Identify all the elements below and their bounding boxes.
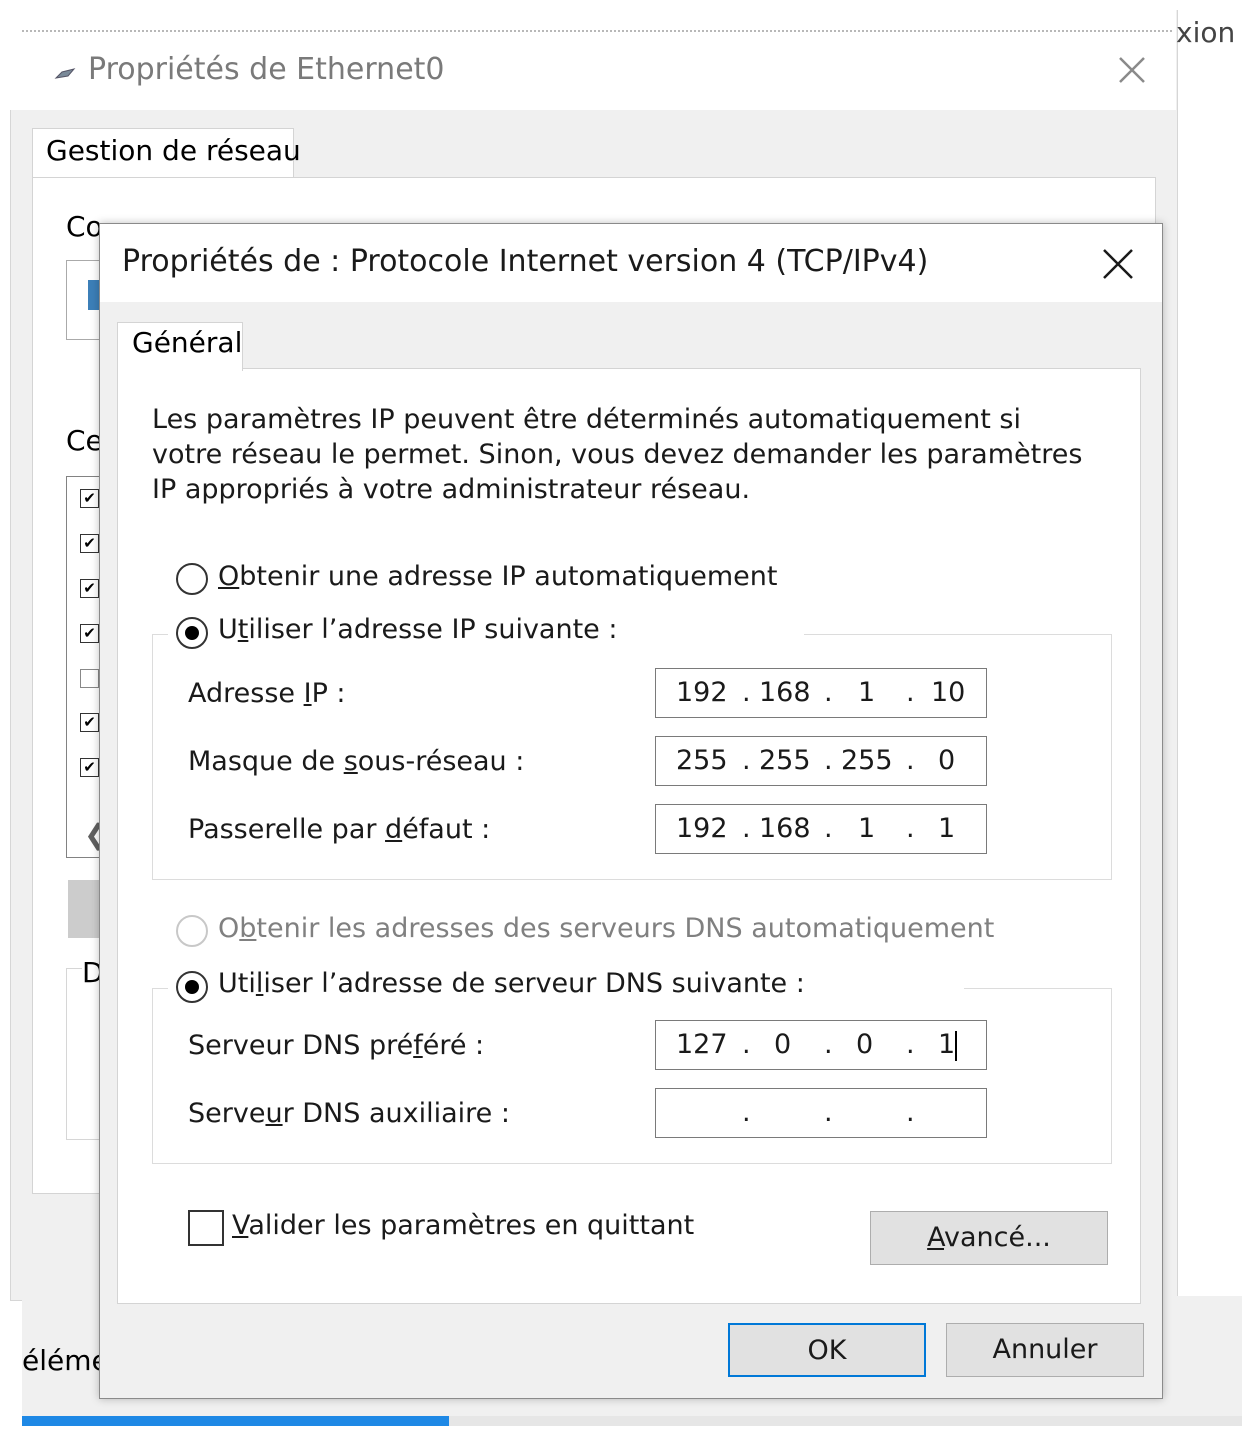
background-partial-label: Ce <box>66 424 103 457</box>
text-caret <box>955 1031 957 1061</box>
component-checkbox[interactable]: ✔ <box>80 758 99 777</box>
description-text: Les paramètres IP peuvent être déterminé… <box>152 404 1083 505</box>
ip-address-label: Adresse IP : <box>188 678 346 709</box>
radio-dns-manual-label: Utiliser l’adresse de serveur DNS suivan… <box>218 968 805 999</box>
default-gateway-label: Passerelle par défaut : <box>188 814 491 845</box>
radio-ip-manual-label: Utiliser l’adresse IP suivante : <box>218 614 618 645</box>
background-right-edge-text: xion <box>1176 16 1236 49</box>
validate-on-exit-checkbox[interactable] <box>188 1210 224 1246</box>
background-bottom-text: éléme <box>22 1344 109 1377</box>
background-close-icon[interactable] <box>1112 50 1152 90</box>
background-window-title: Propriétés de Ethernet0 <box>88 52 445 87</box>
validate-on-exit-label: Valider les paramètres en quittant <box>232 1210 695 1241</box>
subnet-mask-input[interactable]: 255. 255. 255. 0 <box>655 736 987 786</box>
ip-address-input[interactable]: 192. 168. 1. 10 <box>655 668 987 718</box>
progress-bar-fill <box>22 1416 449 1426</box>
alternate-dns-input[interactable]: . . . <box>655 1088 987 1138</box>
component-checkbox[interactable]: ✔ <box>80 713 99 732</box>
radio-ip-auto[interactable] <box>176 563 208 595</box>
advanced-button[interactable]: Avancé... <box>870 1211 1108 1265</box>
preferred-dns-label: Serveur DNS préféré : <box>188 1030 485 1061</box>
component-checkbox[interactable] <box>80 669 99 688</box>
preferred-dns-input[interactable]: 127. 0. 0. 1 <box>655 1020 987 1070</box>
default-gateway-input[interactable]: 192. 168. 1. 1 <box>655 804 987 854</box>
close-icon[interactable] <box>1098 244 1138 284</box>
tab-general-label: Général <box>132 326 243 359</box>
alternate-dns-label: Serveur DNS auxiliaire : <box>188 1098 510 1129</box>
radio-dns-auto-label: Obtenir les adresses des serveurs DNS au… <box>218 913 995 944</box>
radio-dns-auto[interactable] <box>176 915 208 947</box>
radio-ip-manual[interactable] <box>176 617 208 649</box>
component-checkbox[interactable]: ✔ <box>80 579 99 598</box>
background-partial-label: Co <box>66 210 103 243</box>
ok-button[interactable]: OK <box>728 1323 926 1377</box>
component-checkbox[interactable]: ✔ <box>80 489 99 508</box>
component-checkbox[interactable]: ✔ <box>80 534 99 553</box>
radio-ip-auto-label: Obtenir une adresse IP automatiquement <box>218 561 778 592</box>
cancel-button[interactable]: Annuler <box>946 1323 1144 1377</box>
tab-gestion-reseau-label: Gestion de réseau <box>46 134 301 167</box>
subnet-mask-label: Masque de sous-réseau : <box>188 746 525 777</box>
component-checkbox[interactable]: ✔ <box>80 624 99 643</box>
background-top-divider <box>22 30 1172 32</box>
network-adapter-icon <box>54 68 76 79</box>
radio-dns-manual[interactable] <box>176 971 208 1003</box>
dialog-title: Propriétés de : Protocole Internet versi… <box>122 244 929 279</box>
